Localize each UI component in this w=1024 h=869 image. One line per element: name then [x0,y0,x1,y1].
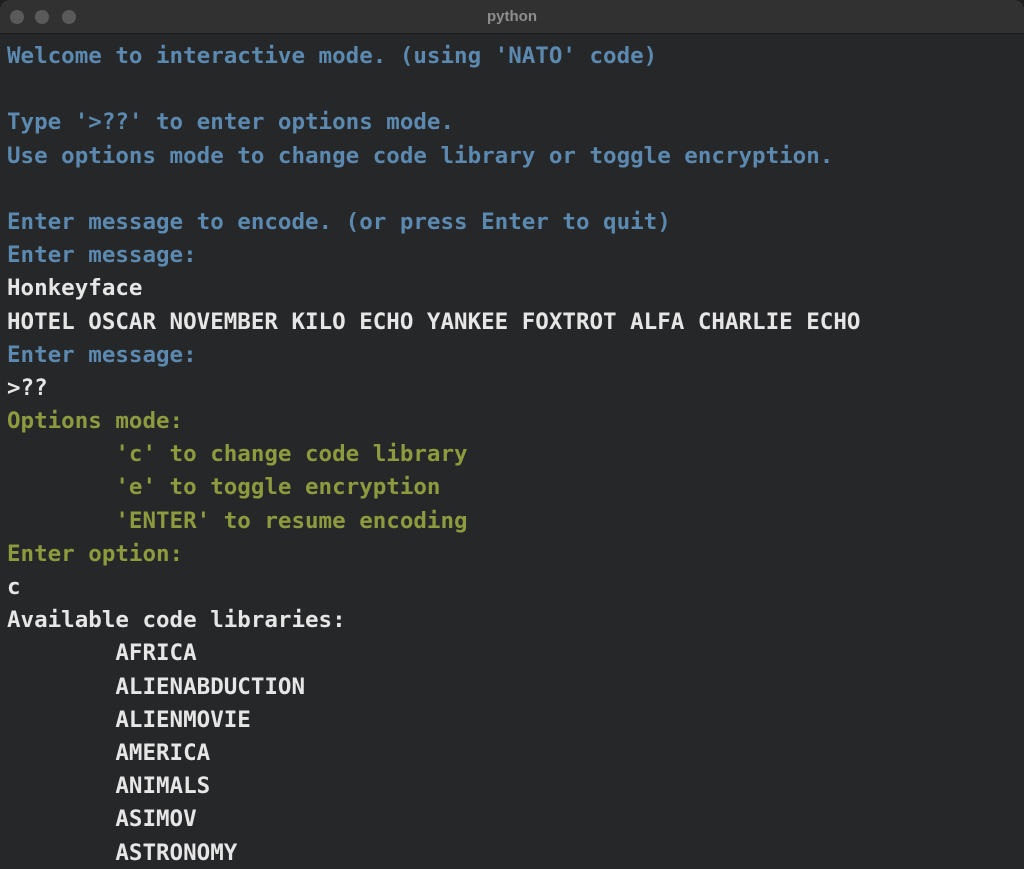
terminal-line: Available code libraries: [7,607,346,634]
terminal-line: ALIENMOVIE [7,706,251,733]
terminal-line: Honkeyface [7,275,143,302]
terminal-line: ASIMOV [7,806,197,833]
terminal-line: AMERICA [7,739,211,766]
title-bar[interactable]: python [0,0,1024,34]
terminal-line: 'e' to toggle encryption [7,474,441,501]
terminal-line: HOTEL OSCAR NOVEMBER KILO ECHO YANKEE FO… [7,308,861,335]
terminal-line: Welcome to interactive mode. (using 'NAT… [7,43,658,69]
terminal-line: ASTRONOMY [7,839,238,866]
terminal-line: ANIMALS [7,773,211,800]
terminal-line: Use options mode to change code library … [7,142,834,169]
terminal-line: c [7,574,21,600]
terminal-line: Enter message to encode. (or press Enter… [7,208,671,235]
terminal-output[interactable]: Welcome to interactive mode. (using 'NAT… [7,40,1024,869]
terminal-line: AFRICA [7,640,197,667]
terminal-line: >?? [7,374,48,401]
terminal-line: Enter message: [7,341,197,368]
terminal-line: 'ENTER' to resume encoding [7,507,468,534]
terminal-line: 'c' to change code library [7,441,468,468]
terminal-line: Type '>??' to enter options mode. [7,109,455,136]
window-title: python [487,8,537,25]
terminal-line: Options mode: [7,408,184,435]
terminal-window: python Welcome to interactive mode. (usi… [0,0,1024,869]
terminal-line: ALIENABDUCTION [7,673,306,700]
terminal-line: Enter message: [7,242,197,269]
terminal-line: Enter option: [7,540,184,567]
